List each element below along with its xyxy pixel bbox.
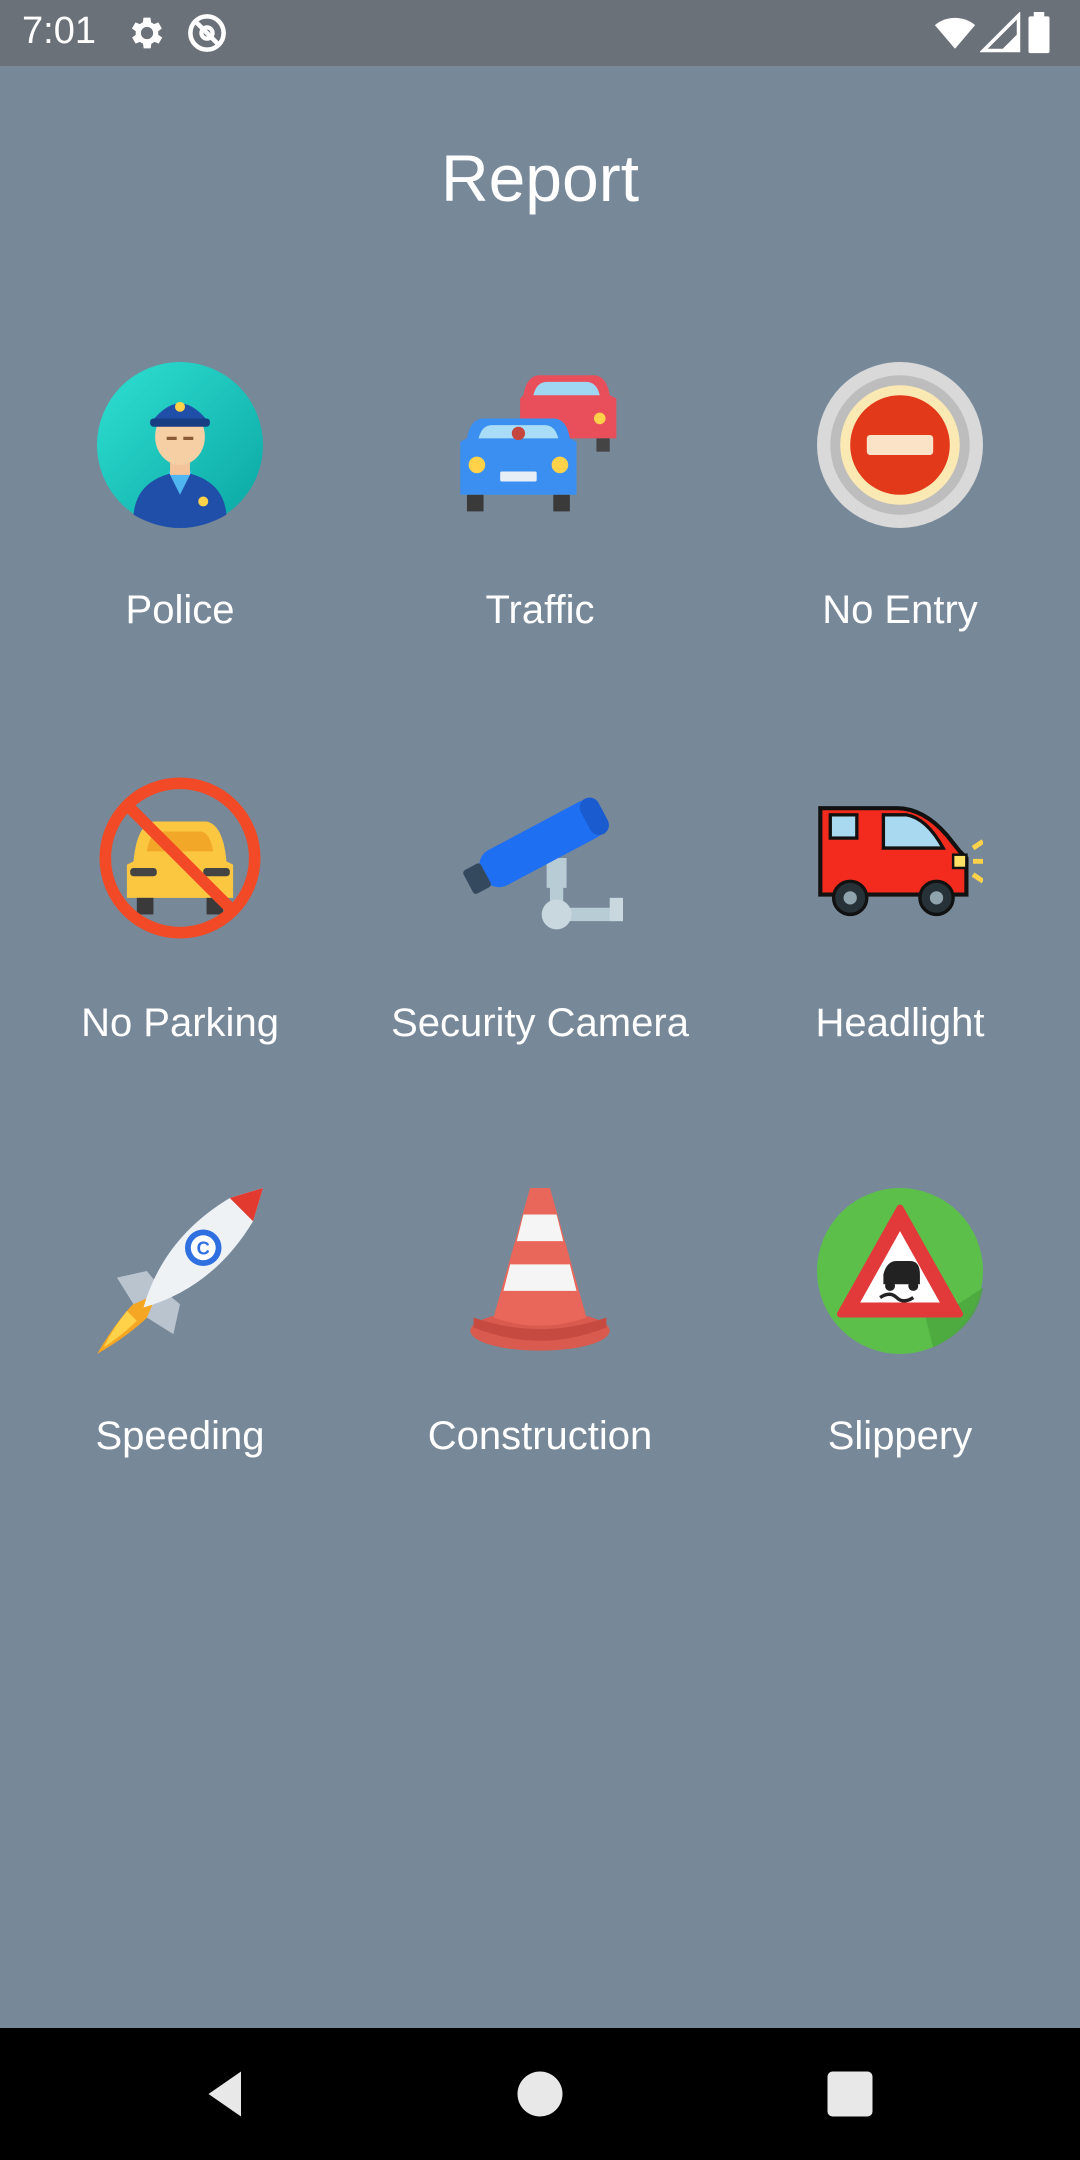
no-parking-car-icon xyxy=(99,777,261,939)
rocket-icon: C xyxy=(97,1188,263,1354)
traffic-cone-icon xyxy=(470,1188,610,1351)
svg-text:C: C xyxy=(197,1237,210,1258)
home-icon[interactable] xyxy=(510,2064,570,2124)
report-label: Police xyxy=(125,588,235,632)
status-time: 7:01 xyxy=(22,10,96,52)
back-icon[interactable] xyxy=(196,2064,256,2124)
status-bar: 7:01 xyxy=(0,0,1080,66)
report-item-police[interactable]: Police xyxy=(0,362,360,702)
report-label: Traffic xyxy=(485,588,595,632)
report-item-traffic[interactable]: Traffic xyxy=(360,362,720,702)
no-entry-sign-icon xyxy=(817,362,983,528)
report-label: Headlight xyxy=(815,1001,985,1045)
police-officer-icon xyxy=(97,362,263,528)
traffic-cars-icon xyxy=(460,375,617,512)
at-sign-icon xyxy=(188,14,226,52)
gear-icon xyxy=(131,17,163,49)
wifi-icon xyxy=(934,17,976,49)
report-item-construction[interactable]: Construction xyxy=(360,1188,720,1528)
report-label: Construction xyxy=(427,1414,653,1458)
report-item-no-parking[interactable]: No Parking xyxy=(0,775,360,1115)
report-label: Slippery xyxy=(827,1414,973,1458)
recents-icon[interactable] xyxy=(820,2064,880,2124)
report-label: Security Camera xyxy=(391,1001,689,1045)
report-item-slippery[interactable]: Slippery xyxy=(720,1188,1080,1528)
battery-icon xyxy=(1028,12,1050,54)
report-label: No Entry xyxy=(822,588,978,632)
slippery-road-sign-icon xyxy=(817,1188,983,1354)
report-item-speeding[interactable]: C Speeding xyxy=(0,1188,360,1528)
headlight-car-icon xyxy=(818,806,983,917)
report-item-headlight[interactable]: Headlight xyxy=(720,775,1080,1115)
signal-icon xyxy=(980,12,1021,53)
security-camera-icon xyxy=(463,797,623,930)
report-item-no-entry[interactable]: No Entry xyxy=(720,362,1080,702)
navigation-bar xyxy=(0,2028,1080,2160)
report-label: Speeding xyxy=(95,1414,265,1458)
report-label: No Parking xyxy=(81,1001,279,1045)
report-item-security-camera[interactable]: Security Camera xyxy=(360,775,720,1115)
page-title: Report xyxy=(440,141,640,215)
